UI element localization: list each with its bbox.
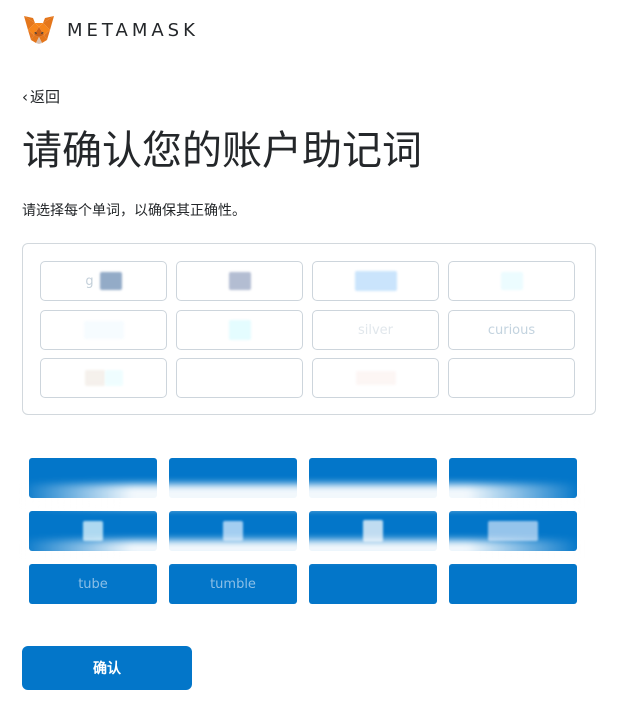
word-choice-button[interactable] <box>29 511 157 551</box>
brand-wordmark: METAMASK <box>67 19 199 41</box>
blurred-patch <box>355 371 396 385</box>
confirm-button[interactable]: 确认 <box>22 646 192 690</box>
app-header: METAMASK <box>22 12 199 48</box>
blurred-patch <box>99 272 122 290</box>
blurred-patch <box>83 521 103 541</box>
chevron-left-icon: ‹ <box>22 87 28 106</box>
back-link[interactable]: ‹ 返回 <box>22 86 60 107</box>
word-choice-button[interactable] <box>309 564 437 604</box>
blurred-patch <box>104 370 123 386</box>
metamask-fox-icon <box>24 16 54 44</box>
selected-word-slot[interactable]: curious <box>448 310 575 350</box>
selected-word-slot[interactable]: silver <box>312 310 439 350</box>
back-label: 返回 <box>30 88 61 106</box>
word-choice-button[interactable]: tumble <box>169 564 297 604</box>
blurred-patch <box>223 521 243 541</box>
selected-word-slot[interactable] <box>40 310 167 350</box>
selected-word-slot[interactable] <box>176 358 303 398</box>
selected-word-slot[interactable] <box>448 358 575 398</box>
word-choice-button[interactable] <box>449 564 577 604</box>
selected-words-area: g silver curious <box>22 243 596 415</box>
word-choice-button[interactable]: tube <box>29 564 157 604</box>
blurred-patch <box>228 320 251 340</box>
selected-word-slot[interactable] <box>312 261 439 301</box>
word-choice-button[interactable] <box>169 458 297 498</box>
blurred-patch <box>228 272 251 290</box>
page-subtitle: 请选择每个单词，以确保其正确性。 <box>22 203 246 219</box>
selected-word-slot[interactable] <box>448 261 575 301</box>
selected-word-slot[interactable] <box>40 358 167 398</box>
word-choice-button[interactable] <box>449 458 577 498</box>
selected-word-slot[interactable] <box>176 310 303 350</box>
word-choice-button[interactable] <box>309 458 437 498</box>
page-title: 请确认您的账户助记词 <box>22 128 422 174</box>
selected-word-slot[interactable] <box>312 358 439 398</box>
selected-word-slot[interactable] <box>176 261 303 301</box>
word-choice-button[interactable] <box>29 458 157 498</box>
word-choice-button[interactable] <box>309 511 437 551</box>
blurred-patch <box>354 271 397 291</box>
blurred-patch <box>500 272 523 290</box>
blurred-patch <box>488 521 538 541</box>
blurred-patch <box>363 520 383 542</box>
blurred-patch <box>84 370 105 386</box>
blurred-patch <box>83 321 124 339</box>
word-choice-button[interactable] <box>169 511 297 551</box>
word-choice-button[interactable] <box>449 511 577 551</box>
selected-word-slot[interactable]: g <box>40 261 167 301</box>
